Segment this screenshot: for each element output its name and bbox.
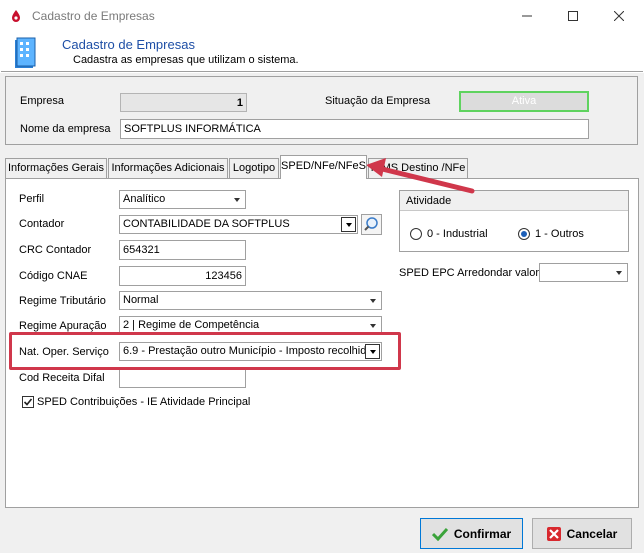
atividade-industrial-label: 0 - Industrial: [427, 228, 488, 240]
cod-receita-label: Cod Receita Difal: [19, 372, 105, 384]
cnae-input[interactable]: 123456: [119, 266, 246, 286]
sped-contrib-label: SPED Contribuições - IE Atividade Princi…: [37, 396, 251, 408]
nome-label: Nome da empresa: [20, 123, 111, 135]
nome-empresa-input[interactable]: SOFTPLUS INFORMÁTICA: [120, 119, 589, 139]
contador-dropdown-button[interactable]: [341, 217, 356, 232]
tab-sped-nfe-nfes[interactable]: SPED/NFe/NFeS: [280, 155, 367, 179]
annotation-arrow-icon: [366, 158, 475, 194]
cod-receita-input[interactable]: [119, 368, 246, 388]
crc-input[interactable]: 654321: [119, 240, 246, 260]
maximize-icon: [568, 11, 578, 21]
sped-contrib-checkbox[interactable]: [22, 396, 34, 408]
cancel-label: Cancelar: [566, 526, 618, 541]
regime-tributario-select[interactable]: Normal: [119, 291, 382, 310]
cancel-button[interactable]: Cancelar: [532, 518, 632, 549]
contador-select[interactable]: CONTABILIDADE DA SOFTPLUS: [119, 215, 358, 234]
search-icon: [364, 217, 378, 231]
empresa-code-field: 1: [120, 93, 247, 112]
app-drop-icon: [12, 10, 20, 22]
maximize-button[interactable]: [550, 0, 596, 32]
situacao-status-button[interactable]: Ativa: [459, 91, 589, 112]
atividade-outros-label: 1 - Outros: [535, 228, 584, 240]
empresa-label: Empresa: [20, 95, 65, 107]
regime-tributario-label: Regime Tributário: [19, 295, 106, 307]
building-icon: [15, 37, 36, 68]
situacao-label: Situação da Empresa: [325, 95, 431, 107]
chevron-down-icon: [370, 324, 376, 328]
chevron-down-icon: [616, 271, 622, 275]
perfil-value: Analítico: [123, 193, 166, 205]
atividade-radio-outros[interactable]: [518, 228, 530, 240]
arredondar-label: SPED EPC Arredondar valor: [399, 267, 540, 279]
title-bar: Cadastro de Empresas: [0, 0, 644, 33]
tab-logotipo[interactable]: Logotipo: [229, 158, 279, 178]
atividade-radio-industrial[interactable]: [410, 228, 422, 240]
minimize-button[interactable]: [504, 0, 550, 32]
header-title: Cadastro de Empresas: [62, 37, 195, 52]
cnae-label: Código CNAE: [19, 270, 88, 282]
minimize-icon: [522, 15, 532, 17]
main-panel: Empresa 1 Situação da Empresa Ativa Nome…: [0, 73, 644, 553]
x-cancel-icon: [546, 526, 561, 541]
chevron-down-icon: [346, 223, 352, 227]
close-button[interactable]: [596, 0, 642, 32]
sped-tab-panel: Perfil Analítico Contador CONTABILIDADE …: [5, 178, 639, 508]
checkmark-icon: [23, 398, 33, 406]
regime-apuracao-value: 2 | Regime de Competência: [123, 319, 260, 331]
empresa-group: Empresa 1 Situação da Empresa Ativa Nome…: [5, 76, 638, 145]
tab-strip: Informações Gerais Informações Adicionai…: [5, 155, 638, 179]
regime-apuracao-label: Regime Apuração: [19, 320, 107, 332]
crc-label: CRC Contador: [19, 244, 92, 256]
contador-value: CONTABILIDADE DA SOFTPLUS: [123, 218, 290, 230]
checkmark-icon: [431, 527, 448, 541]
perfil-label: Perfil: [19, 193, 45, 205]
highlight-annotation-box: [9, 332, 401, 370]
chevron-down-icon: [234, 198, 240, 202]
tab-informacoes-adicionais[interactable]: Informações Adicionais: [108, 158, 228, 178]
atividade-group: Atividade 0 - Industrial 1 - Outros: [399, 190, 629, 252]
perfil-select[interactable]: Analítico: [119, 190, 246, 209]
header-subtitle: Cadastra as empresas que utilizam o sist…: [73, 54, 299, 66]
confirm-label: Confirmar: [453, 526, 512, 541]
chevron-down-icon: [370, 299, 376, 303]
contador-label: Contador: [19, 218, 65, 230]
contador-search-button[interactable]: [361, 214, 382, 235]
arredondar-select[interactable]: [539, 263, 628, 282]
window-title: Cadastro de Empresas: [32, 9, 155, 23]
regime-tributario-value: Normal: [123, 294, 159, 306]
form-header: Cadastro de Empresas Cadastra as empresa…: [1, 33, 643, 72]
tab-informacoes-gerais[interactable]: Informações Gerais: [5, 158, 107, 178]
confirm-button[interactable]: Confirmar: [420, 518, 523, 549]
close-icon: [614, 11, 624, 21]
